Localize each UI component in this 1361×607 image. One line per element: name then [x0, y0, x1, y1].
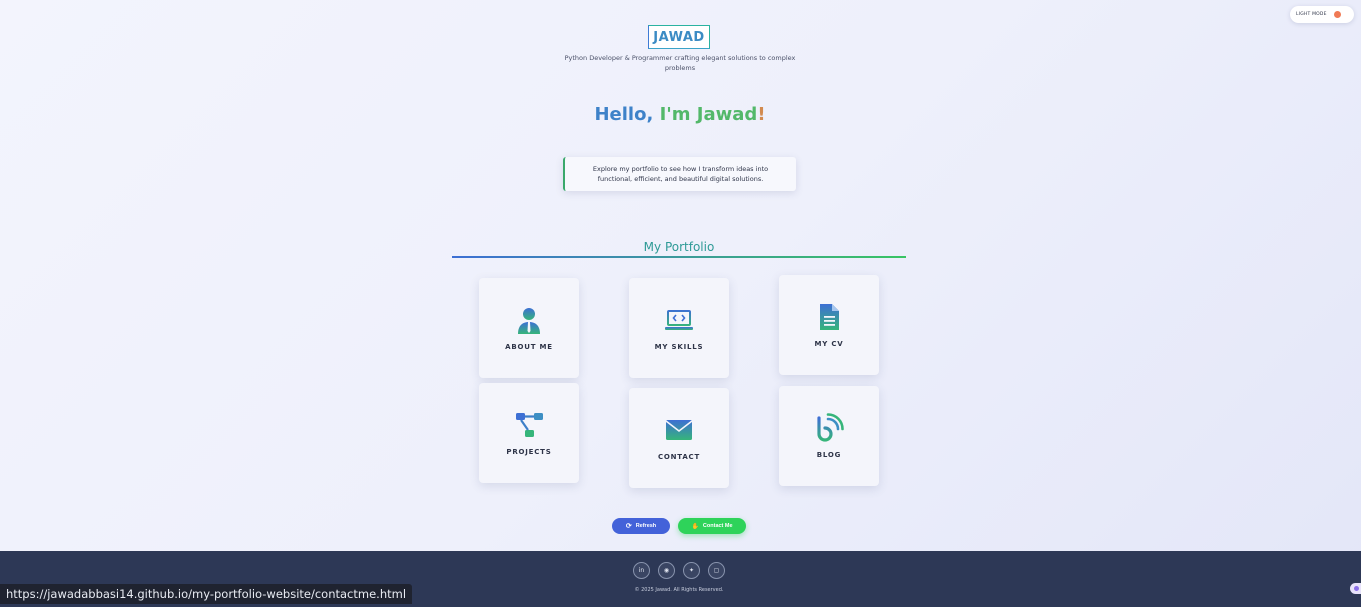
user-icon [518, 308, 540, 334]
hello-part1: Hello, [594, 104, 654, 125]
intro-card: Explore my portfolio to see how I transf… [563, 157, 796, 191]
hello-part2: I'm Jawad [659, 104, 758, 125]
copyright-text: © 2025 Jawad. All Rights Reserved. [634, 587, 724, 593]
handshake-icon: ✋ [691, 523, 699, 530]
portfolio-title: My Portfolio [643, 240, 715, 254]
card-blog[interactable]: BLOG [779, 386, 879, 486]
card-label: CONTACT [657, 453, 701, 461]
blog-icon [817, 413, 844, 442]
refresh-icon: ⟳ [625, 523, 632, 530]
refresh-label: Refresh [635, 523, 657, 529]
card-my-cv[interactable]: MY CV [779, 275, 879, 375]
github-icon[interactable]: ◉ [658, 562, 675, 579]
laptop-code-icon [665, 310, 693, 330]
portfolio-divider [452, 256, 906, 258]
card-projects[interactable]: PROJECTS [479, 383, 579, 483]
theme-toggle-label: LIGHT MODE [1296, 12, 1327, 17]
twitter-icon[interactable]: ✦ [683, 562, 700, 579]
theme-toggle[interactable]: LIGHT MODE [1290, 6, 1354, 23]
card-label: BLOG [816, 451, 842, 459]
instagram-icon[interactable]: ▢ [708, 562, 725, 579]
status-bar-url: https://jawadabbasi14.github.io/my-portf… [0, 584, 413, 604]
card-contact[interactable]: CONTACT [629, 388, 729, 488]
document-icon [820, 304, 839, 330]
contact-label: Contact Me [702, 523, 733, 529]
card-my-skills[interactable]: MY SKILLS [629, 278, 729, 378]
theme-toggle-knob[interactable] [1334, 11, 1341, 18]
card-label: MY SKILLS [654, 343, 704, 351]
card-about-me[interactable]: ABOUT ME [479, 278, 579, 378]
refresh-button[interactable]: ⟳ Refresh [612, 518, 670, 534]
card-label: MY CV [814, 340, 844, 348]
card-label: ABOUT ME [505, 343, 553, 351]
linkedin-icon[interactable]: in [633, 562, 650, 579]
chat-widget-icon[interactable] [1350, 583, 1361, 594]
card-label: PROJECTS [506, 448, 552, 456]
envelope-icon [665, 420, 693, 440]
contact-me-button[interactable]: ✋ Contact Me [678, 518, 746, 534]
hello-part3: ! [757, 104, 766, 125]
project-diagram-icon [516, 413, 543, 437]
site-logo[interactable]: JAWAD [648, 25, 710, 49]
hero-heading: Hello, I'm Jawad! [560, 104, 800, 125]
tagline: Python Developer & Programmer crafting e… [564, 54, 796, 72]
